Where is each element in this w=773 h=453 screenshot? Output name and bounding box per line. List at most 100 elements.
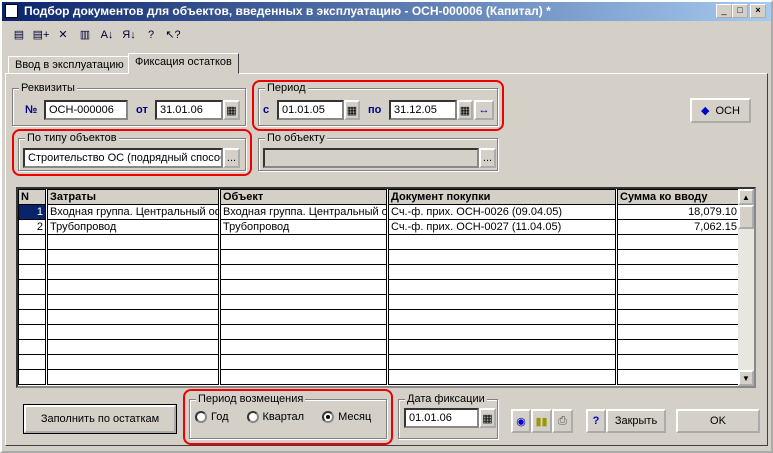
radio-0[interactable]: Год [195,411,229,424]
table-cell[interactable] [616,249,742,265]
new-row-icon[interactable]: ▤ [10,26,28,44]
table-cell[interactable] [616,324,742,340]
table-cell[interactable] [18,234,48,250]
scrollbar[interactable]: ▲ ▼ [738,189,754,386]
table-cell[interactable] [46,354,221,370]
table-cell[interactable] [387,339,618,355]
copy-row-icon[interactable]: ▥ [76,26,94,44]
table-cell[interactable] [18,354,48,370]
table-cell[interactable] [18,369,48,385]
table-row[interactable] [18,234,742,250]
help-icon[interactable]: ? [142,26,160,44]
table-cell[interactable] [46,279,221,295]
table-cell[interactable]: Входная группа. Центральный офис [219,204,389,220]
calendar-icon[interactable]: ▦ [479,408,496,428]
radio-2[interactable]: Месяц [322,411,371,424]
table-cell[interactable] [46,249,221,265]
maximize-button[interactable]: □ [732,4,748,18]
column-header[interactable]: N [18,189,48,205]
period-from-input[interactable]: 01.01.05 [277,100,344,120]
close-button[interactable]: × [750,4,766,18]
ok-button[interactable]: OK [676,409,760,433]
table-cell[interactable] [219,339,389,355]
table-cell[interactable] [18,324,48,340]
table-cell[interactable] [387,279,618,295]
add-row-icon[interactable]: ▤+ [32,26,50,44]
table-cell[interactable] [387,324,618,340]
table-cell[interactable] [46,309,221,325]
table-cell[interactable] [219,354,389,370]
table-cell[interactable]: Входная группа. Центральный офис [46,204,221,220]
table-cell[interactable]: Трубопровод [46,219,221,235]
table-cell[interactable]: 2 [18,219,48,235]
period-to-input[interactable]: 31.12.05 [389,100,457,120]
table-cell[interactable] [46,324,221,340]
table-cell[interactable] [219,234,389,250]
table-cell[interactable] [616,264,742,280]
table-cell[interactable]: 7,062.15 [616,219,742,235]
minimize-button[interactable]: _ [716,4,732,18]
table-cell[interactable] [387,369,618,385]
scroll-thumb[interactable] [738,205,754,229]
table-cell[interactable] [18,279,48,295]
osn-button[interactable]: ◆ ОСН [690,98,751,123]
table-cell[interactable] [616,369,742,385]
delete-row-icon[interactable]: ✕ [54,26,72,44]
help-icon[interactable]: ? [586,409,606,433]
table-row[interactable] [18,294,742,310]
data-grid[interactable]: N Затраты Объект Документ покупки Сумма ко в… [16,187,756,388]
select-button[interactable]: ... [479,148,496,168]
table-cell[interactable] [219,324,389,340]
table-row[interactable] [18,339,742,355]
sort-asc-icon[interactable]: A↓ [98,26,116,44]
table-cell[interactable] [18,339,48,355]
table-cell[interactable] [616,339,742,355]
table-cell[interactable] [219,264,389,280]
calendar-icon[interactable]: ▦ [457,100,473,120]
table-cell[interactable] [616,234,742,250]
date-input[interactable]: 31.01.06 [155,100,223,120]
tab-vvod[interactable]: Ввод в эксплуатацию [8,56,131,74]
scroll-down-button[interactable]: ▼ [738,370,754,386]
column-header[interactable]: Объект [219,189,389,205]
table-cell[interactable] [46,294,221,310]
table-cell[interactable]: 1 [18,204,48,220]
context-help-icon[interactable]: ↖? [164,26,182,44]
table-cell[interactable]: Сч.-ф. прих. ОСН-0027 (11.04.05) [387,219,618,235]
period-select-icon[interactable]: ↔ [474,100,494,120]
table-row[interactable] [18,369,742,385]
radio-button[interactable] [322,411,335,424]
table-cell[interactable] [616,354,742,370]
table-cell[interactable] [18,264,48,280]
radio-button[interactable] [246,411,259,424]
table-cell[interactable] [219,294,389,310]
tab-fiksaciya[interactable]: Фиксация остатков [128,53,239,74]
column-header[interactable]: Сумма ко вводу [616,189,742,205]
radio-1[interactable]: Квартал [246,411,304,424]
table-cell[interactable] [616,294,742,310]
chart-icon[interactable]: ▮▮ [531,409,552,433]
table-row[interactable] [18,264,742,280]
calendar-icon[interactable]: ▦ [344,100,360,120]
table-row[interactable]: 1 Входная группа. Центральный офис Входная… [18,204,742,220]
object-type-input[interactable]: Строительство ОС (подрядный способ) [23,148,223,168]
select-button[interactable]: ... [223,148,240,168]
table-cell[interactable] [46,264,221,280]
table-cell[interactable] [46,339,221,355]
number-input[interactable]: ОСН-000006 [44,100,128,120]
table-row[interactable]: 2 Трубопровод Трубопровод Сч.-ф. прих. ОСН-… [18,219,742,235]
fix-date-input[interactable]: 01.01.06 [404,408,479,428]
table-row[interactable] [18,324,742,340]
table-cell[interactable] [18,294,48,310]
table-cell[interactable] [387,294,618,310]
sort-desc-icon[interactable]: Я↓ [120,26,138,44]
radio-mode-icon[interactable]: ◉ [511,409,531,433]
object-input[interactable] [263,148,479,168]
table-cell[interactable] [219,279,389,295]
table-cell[interactable] [18,249,48,265]
table-cell[interactable]: 18,079.10 [616,204,742,220]
column-header[interactable]: Затраты [46,189,221,205]
radio-button[interactable] [195,411,207,424]
table-cell[interactable] [387,234,618,250]
table-cell[interactable] [18,309,48,325]
